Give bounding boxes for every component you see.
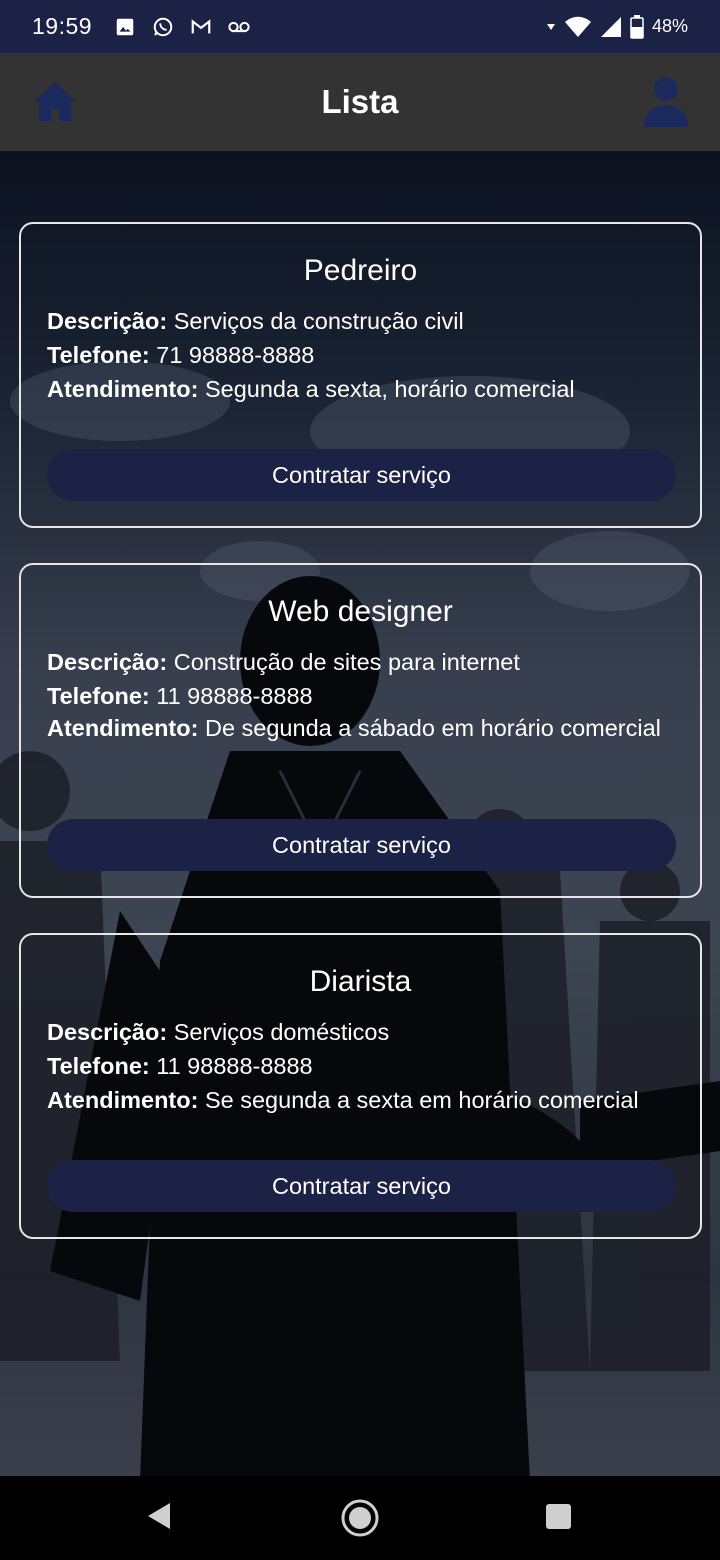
image-icon [116, 18, 134, 35]
service-title: Pedreiro [303, 254, 418, 287]
battery-icon [630, 14, 644, 39]
page-title: Lista [321, 83, 399, 120]
service-card: Diarista Descrição: Serviços domésticos … [19, 933, 702, 1239]
phone-value: 11 98888-8888 [156, 683, 313, 709]
voicemail-icon [228, 21, 250, 32]
hours-value: Segunda a sexta, horário comercial [204, 376, 575, 402]
description-label: Descrição: [47, 1019, 168, 1045]
hire-service-button[interactable]: Contratar serviço [47, 819, 676, 871]
wifi-icon [564, 16, 591, 37]
phone-value: 11 98888-8888 [156, 1053, 313, 1079]
hire-service-button[interactable]: Contratar serviço [47, 1160, 676, 1212]
app-bar: Lista [0, 53, 720, 151]
description-value: Serviços da construção civil [173, 308, 464, 334]
back-icon[interactable] [146, 1501, 172, 1531]
description-value: Construção de sites para internet [173, 649, 520, 675]
service-hours: Atendimento: Segunda a sexta, horário co… [47, 372, 674, 406]
gmail-icon [191, 18, 211, 33]
hours-value: De segunda a sábado em horário comercial [204, 715, 661, 741]
description-label: Descrição: [47, 649, 168, 675]
hours-value: Se segunda a sexta em horário comercial [204, 1087, 639, 1113]
system-icons: 48% [546, 14, 688, 39]
recents-icon[interactable] [545, 1503, 572, 1530]
whatsapp-icon [153, 17, 173, 36]
hire-service-button[interactable]: Contratar serviço [47, 449, 676, 501]
service-description: Descrição: Serviços da construção civil [47, 304, 674, 338]
service-phone: Telefone: 71 98888-8888 [47, 338, 674, 372]
hours-label: Atendimento: [47, 376, 199, 402]
service-description: Descrição: Serviços domésticos [47, 1015, 674, 1049]
service-description: Descrição: Construção de sites para inte… [47, 645, 674, 679]
arrow-down-icon [546, 23, 555, 30]
user-icon[interactable] [642, 75, 690, 129]
system-nav-bar [0, 1476, 720, 1560]
service-card: Pedreiro Descrição: Serviços da construç… [19, 222, 702, 528]
service-hours: Atendimento: Se segunda a sexta em horár… [47, 1083, 674, 1117]
home-icon[interactable] [30, 77, 80, 127]
service-phone: Telefone: 11 98888-8888 [47, 679, 674, 713]
battery-percent: 48% [651, 16, 688, 36]
signal-icon [600, 16, 621, 37]
description-value: Serviços domésticos [173, 1019, 390, 1045]
service-phone: Telefone: 11 98888-8888 [47, 1049, 674, 1083]
hours-label: Atendimento: [47, 715, 199, 741]
service-list[interactable]: Pedreiro Descrição: Serviços da construç… [0, 151, 720, 1476]
phone-label: Telefone: [47, 342, 150, 368]
service-title: Web designer [268, 595, 453, 628]
status-time: 19:59 [32, 13, 93, 39]
description-label: Descrição: [47, 308, 168, 334]
phone-label: Telefone: [47, 683, 150, 709]
service-hours: Atendimento: De segunda a sábado em horá… [47, 713, 674, 743]
notification-icons [112, 16, 252, 38]
service-card: Web designer Descrição: Construção de si… [19, 563, 702, 898]
phone-label: Telefone: [47, 1053, 150, 1079]
status-bar: 19:59 48% [0, 0, 720, 53]
home-circle-icon[interactable] [340, 1498, 380, 1538]
service-title: Diarista [309, 965, 412, 998]
phone-value: 71 98888-8888 [156, 342, 315, 368]
hours-label: Atendimento: [47, 1087, 199, 1113]
